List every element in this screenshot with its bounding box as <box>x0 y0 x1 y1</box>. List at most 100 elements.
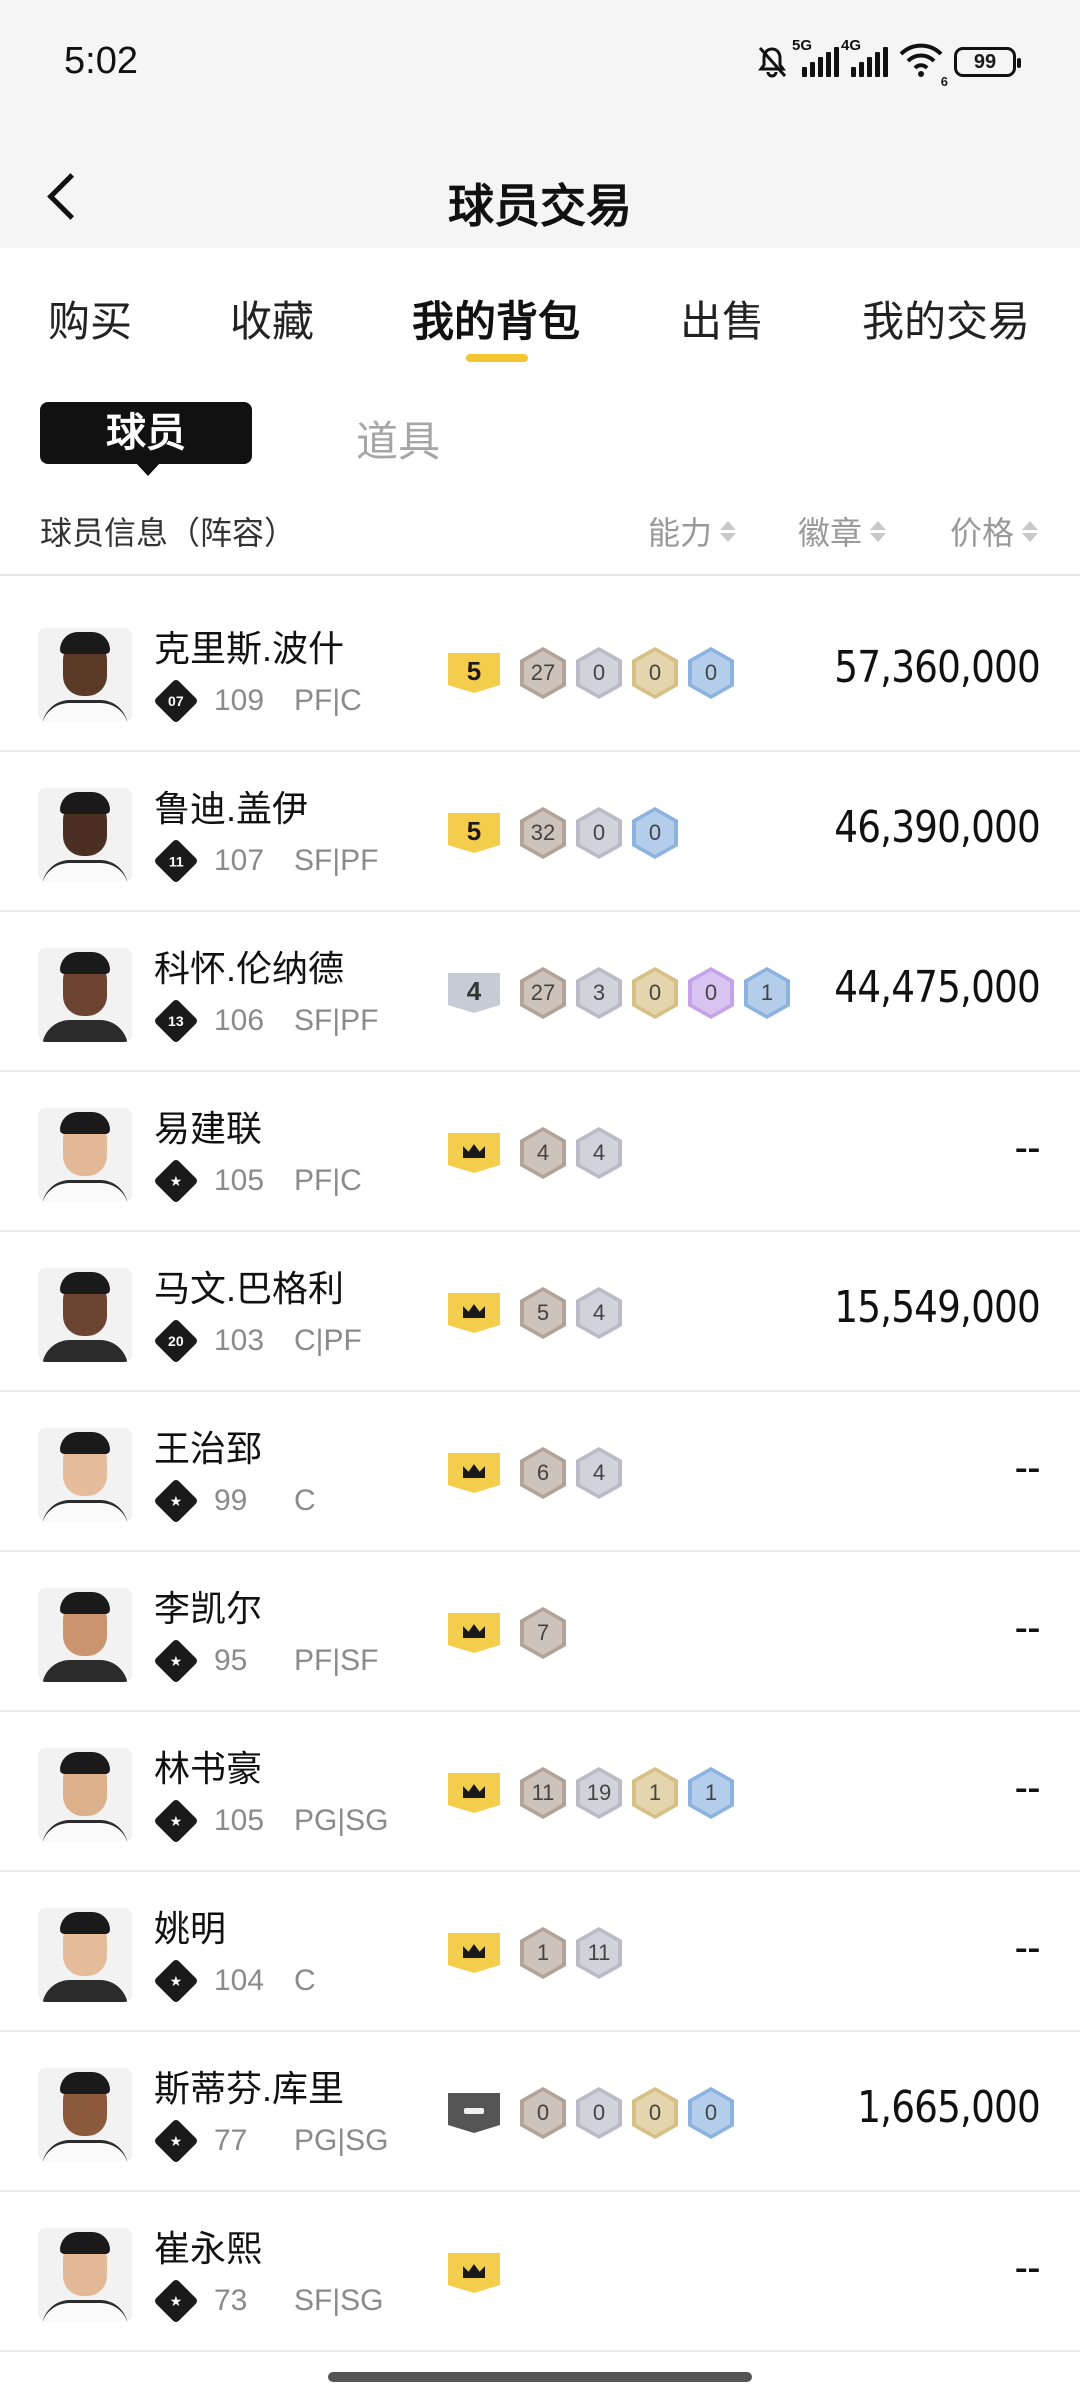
tab-favorites[interactable]: 收藏 <box>230 288 314 349</box>
player-position: SF|SG <box>294 2284 384 2317</box>
player-meta: ★ 105 PF|C <box>153 1158 362 1204</box>
silver-badge-icon: 4 <box>576 1447 622 1499</box>
bronze-badge-icon: 5 <box>520 1287 566 1339</box>
tier-badge: 5 <box>448 813 500 853</box>
player-position: PF|C <box>294 1164 362 1197</box>
silver-badge-icon: 19 <box>576 1767 622 1819</box>
player-badges <box>448 2248 520 2298</box>
bronze-badge-icon: 27 <box>520 967 566 1019</box>
lineup-badge-icon: ★ <box>153 2278 199 2324</box>
gold-badge-icon: 0 <box>632 967 678 1019</box>
silver-badge-icon: 0 <box>576 807 622 859</box>
player-badges: 11 19 1 1 <box>448 1767 744 1819</box>
bell-muted-icon <box>758 47 787 78</box>
column-badges[interactable]: 徽章 <box>798 508 887 554</box>
player-rating: 73 <box>214 2284 248 2317</box>
player-rating: 104 <box>214 1964 265 1997</box>
player-avatar <box>38 1748 132 1842</box>
player-rating: 105 <box>214 1164 265 1197</box>
silver-badge-icon: 4 <box>576 1127 622 1179</box>
sort-icon <box>720 520 737 542</box>
column-price[interactable]: 价格 <box>950 508 1039 554</box>
player-rating: 95 <box>214 1644 248 1677</box>
player-badges: 5 32 0 0 <box>448 807 688 859</box>
player-position: C <box>294 1964 316 1997</box>
silver-badge-icon: 4 <box>576 1287 622 1339</box>
tier-badge: 5 <box>448 653 500 693</box>
gold-badge-icon: 0 <box>632 2087 678 2139</box>
player-avatar <box>38 1428 132 1522</box>
player-row[interactable]: 科怀.伦纳德 13 106 SF|PF 4 27 3 0 0 1 44,475,000 <box>0 912 1080 1072</box>
tab-buy[interactable]: 购买 <box>48 288 132 349</box>
home-indicator[interactable] <box>328 2372 752 2382</box>
player-row[interactable]: 林书豪 ★ 105 PG|SG 11 19 1 1 -- <box>0 1712 1080 1872</box>
player-row[interactable]: 姚明 ★ 104 C 1 11 -- <box>0 1872 1080 2032</box>
lineup-badge-icon: 11 <box>153 838 199 884</box>
player-name: 克里斯.波什 <box>154 628 345 669</box>
tier-badge: 4 <box>448 973 500 1013</box>
player-avatar <box>38 2068 132 2162</box>
player-row[interactable]: 易建联 ★ 105 PF|C 44 -- <box>0 1072 1080 1232</box>
player-meta: ★ 95 PF|SF <box>153 1638 379 1684</box>
blue-badge-icon: 0 <box>632 807 678 859</box>
lineup-badge-icon: ★ <box>153 1638 199 1684</box>
tab-my-trades[interactable]: 我的交易 <box>862 288 1030 349</box>
purple-badge-icon: 0 <box>688 967 734 1019</box>
bronze-badge-icon: 7 <box>520 1607 566 1659</box>
silver-badge-icon: 3 <box>576 967 622 1019</box>
player-position: PG|SG <box>294 2124 389 2157</box>
player-badges: 5 27 0 0 0 <box>448 647 744 699</box>
tab-sell[interactable]: 出售 <box>680 288 764 349</box>
player-row[interactable]: 斯蒂芬.库里 ★ 77 PG|SG 0000 1,665,000 <box>0 2032 1080 2192</box>
player-name: 斯蒂芬.库里 <box>154 2068 345 2109</box>
gold-badge-icon: 1 <box>632 1767 678 1819</box>
player-rating: 77 <box>214 2124 248 2157</box>
player-name: 科怀.伦纳德 <box>154 948 345 989</box>
player-price: -- <box>1014 2242 1041 2293</box>
signal-5g-icon: 5G <box>792 37 839 77</box>
crown-icon <box>463 1464 485 1478</box>
player-position: C|PF <box>294 1324 362 1357</box>
player-row[interactable]: 鲁迪.盖伊 11 107 SF|PF 5 32 0 0 46,390,000 <box>0 752 1080 912</box>
player-row[interactable]: 王治郅 ★ 99 C 64 -- <box>0 1392 1080 1552</box>
blue-badge-icon: 0 <box>688 647 734 699</box>
player-name: 马文.巴格利 <box>154 1268 345 1309</box>
column-ability[interactable]: 能力 <box>648 508 737 554</box>
tier-crown-icon <box>448 1613 500 1653</box>
player-position: PF|SF <box>294 1644 379 1677</box>
player-row[interactable]: 克里斯.波什 07 109 PF|C 5 27 0 0 0 57,360,000 <box>0 592 1080 752</box>
segment-items[interactable]: 道具 <box>356 408 440 469</box>
status-bar: 5:02 5G 4G 6 99 <box>0 0 1080 130</box>
player-meta: ★ 77 PG|SG <box>153 2118 389 2164</box>
player-meta: 11 107 SF|PF <box>153 838 378 884</box>
player-name: 鲁迪.盖伊 <box>154 788 309 829</box>
active-tab-indicator <box>466 354 528 362</box>
crown-icon <box>463 1624 485 1638</box>
player-meta: ★ 105 PG|SG <box>153 1798 388 1844</box>
player-rating: 109 <box>214 684 265 717</box>
player-row[interactable]: 李凯尔 ★ 95 PF|SF 7 -- <box>0 1552 1080 1712</box>
player-position: C <box>294 1484 316 1517</box>
segment-players[interactable]: 球员 <box>40 402 252 476</box>
player-row[interactable]: 马文.巴格利 20 103 C|PF 54 15,549,000 <box>0 1232 1080 1392</box>
player-name: 王治郅 <box>154 1428 263 1469</box>
player-badges: 1 11 <box>448 1927 632 1979</box>
bronze-badge-icon: 27 <box>520 647 566 699</box>
column-player-info: 球员信息（阵容） <box>40 515 297 551</box>
tier-crown-icon <box>448 2253 500 2293</box>
player-name: 易建联 <box>154 1108 263 1149</box>
player-avatar <box>38 1588 132 1682</box>
player-badges: 44 <box>448 1127 632 1179</box>
tier-dash-icon <box>448 2093 500 2133</box>
player-price: 57,360,000 <box>834 642 1040 693</box>
tab-my-backpack[interactable]: 我的背包 <box>412 288 580 349</box>
player-avatar <box>38 628 132 722</box>
gold-badge-icon: 0 <box>632 647 678 699</box>
player-position: PF|C <box>294 684 362 717</box>
bronze-badge-icon: 1 <box>520 1927 566 1979</box>
player-avatar <box>38 1108 132 1202</box>
signal-4g-icon: 4G <box>841 37 888 77</box>
player-avatar <box>38 1268 132 1362</box>
player-row[interactable]: 崔永熙 ★ 73 SF|SG -- <box>0 2192 1080 2352</box>
blue-badge-icon: 0 <box>688 2087 734 2139</box>
